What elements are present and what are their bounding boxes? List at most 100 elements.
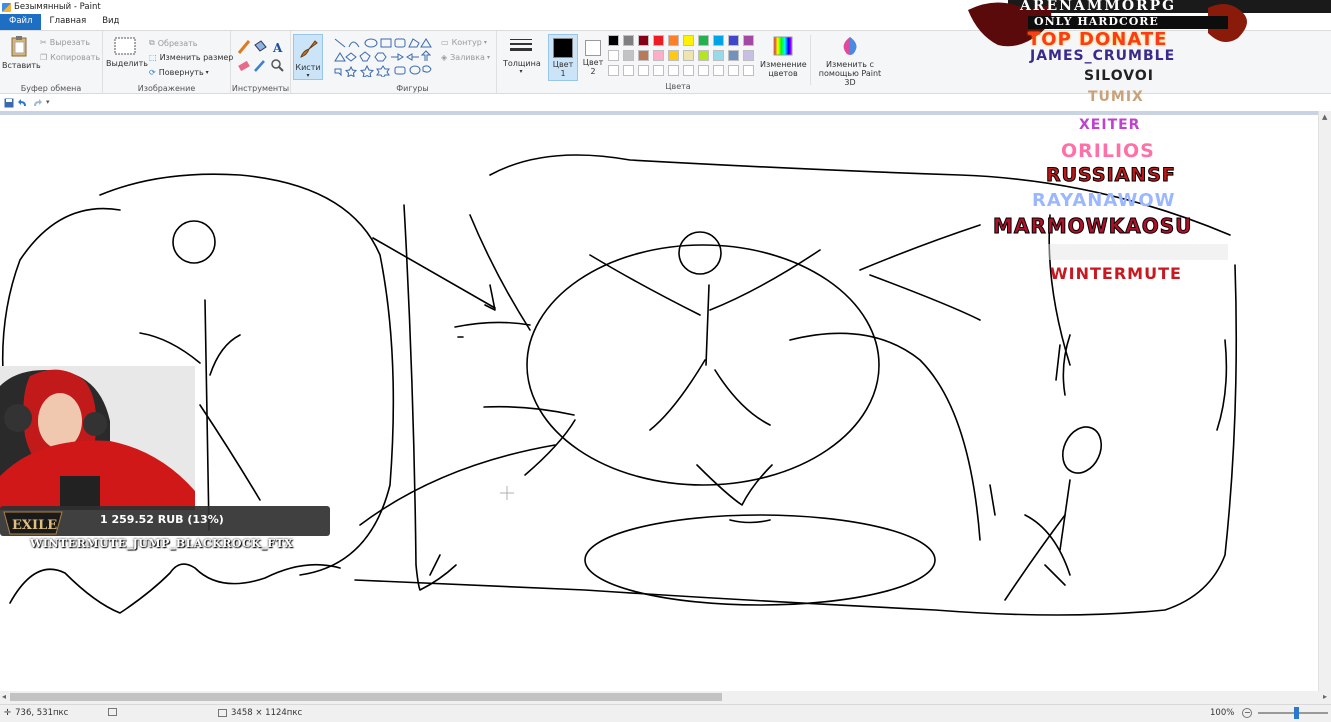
palette-swatch[interactable] <box>743 50 754 61</box>
copy-button[interactable]: ❐ Копировать <box>40 53 100 62</box>
tab-view[interactable]: Вид <box>94 14 127 30</box>
color2-button[interactable]: Цвет 2 <box>580 34 606 76</box>
palette-swatch[interactable] <box>653 65 664 76</box>
paste-label: Вставить <box>2 61 41 70</box>
copy-label: Копировать <box>50 53 101 62</box>
paint3d-button[interactable]: Изменить с помощью Paint 3D <box>812 36 888 87</box>
brushes-button[interactable]: Кисти ▾ <box>293 34 323 80</box>
title-bar: Безымянный - Paint ? <box>0 0 1331 25</box>
palette-swatch[interactable] <box>713 50 724 61</box>
fill-button[interactable]: ◈ Заливка ▾ <box>441 53 490 62</box>
cut-button[interactable]: ✂ Вырезать <box>40 38 90 47</box>
tab-home[interactable]: Главная <box>41 14 94 30</box>
color-wheel-icon <box>773 36 793 56</box>
workspace: ▲ <box>0 111 1331 691</box>
save-icon[interactable] <box>4 98 14 108</box>
callout-rect-shape-icon <box>394 66 406 75</box>
tab-file[interactable]: Файл <box>0 14 42 30</box>
paste-button[interactable]: Вставить <box>2 35 41 70</box>
size-button[interactable]: Толщина ▾ <box>503 37 541 75</box>
line-shape-icon <box>334 38 346 48</box>
resize-button[interactable]: ⬚ Изменить размер <box>149 53 233 62</box>
resize-icon: ⬚ <box>149 53 157 62</box>
palette-swatch[interactable] <box>698 35 709 46</box>
cursor-position-text: 736, 531пкс <box>15 708 69 718</box>
svg-text:A: A <box>272 41 283 55</box>
clipboard-group-label: Буфер обмена <box>20 84 82 93</box>
vertical-scrollbar[interactable]: ▲ <box>1318 111 1331 691</box>
palette-swatch[interactable] <box>623 35 634 46</box>
text-icon[interactable]: A <box>272 41 283 55</box>
palette-swatch[interactable] <box>698 65 709 76</box>
palette-swatch[interactable] <box>683 50 694 61</box>
callout-oval-shape-icon <box>409 65 421 75</box>
palette-swatch[interactable] <box>638 50 649 61</box>
palette-swatch[interactable] <box>653 50 664 61</box>
zoom-slider-thumb[interactable] <box>1294 707 1300 719</box>
palette-swatch[interactable] <box>698 50 709 61</box>
scroll-left-icon[interactable]: ◂ <box>2 692 6 701</box>
magnifier-icon[interactable] <box>271 59 284 72</box>
arrow-up-shape-icon <box>420 50 432 61</box>
palette-swatch[interactable] <box>683 65 694 76</box>
color1-label: Цвет 1 <box>552 60 574 78</box>
color-picker-icon[interactable] <box>254 60 265 72</box>
palette-swatch[interactable] <box>608 50 619 61</box>
outline-button[interactable]: ▭ Контур ▾ <box>441 38 487 47</box>
divider <box>810 35 811 85</box>
brushes-label: Кисти <box>295 63 321 72</box>
zoom-out-icon[interactable]: − <box>1242 708 1253 718</box>
eraser-icon[interactable] <box>238 60 250 72</box>
brush-icon <box>300 40 318 58</box>
palette-swatch[interactable] <box>608 35 619 46</box>
select-button[interactable]: Выделить <box>106 37 148 68</box>
color1-button[interactable]: Цвет 1 <box>548 34 578 81</box>
palette-swatch[interactable] <box>608 65 619 76</box>
star5-shape-icon <box>359 64 375 77</box>
palette-swatch[interactable] <box>743 65 754 76</box>
arrow-left-shape-icon <box>406 53 419 61</box>
shapes-gallery[interactable] <box>333 37 433 77</box>
palette-swatch[interactable] <box>668 50 679 61</box>
palette-swatch[interactable] <box>653 35 664 46</box>
drawing-canvas[interactable] <box>0 111 1318 691</box>
palette-swatch[interactable] <box>668 65 679 76</box>
palette-swatch[interactable] <box>728 35 739 46</box>
palette-swatch[interactable] <box>668 35 679 46</box>
palette-swatch[interactable] <box>728 50 739 61</box>
star4-shape-icon <box>344 65 358 77</box>
scroll-up-icon[interactable]: ▲ <box>1322 113 1327 121</box>
zoom-level: 100% <box>1210 708 1235 718</box>
webcam-image <box>0 366 195 510</box>
palette-swatch[interactable] <box>713 35 724 46</box>
edit-colors-button[interactable]: Изменение цветов <box>760 36 807 78</box>
palette-swatch[interactable] <box>623 50 634 61</box>
customize-toolbar-icon[interactable]: ▾ <box>46 98 56 108</box>
scroll-right-icon[interactable]: ▸ <box>1323 692 1327 701</box>
zoom-slider[interactable] <box>1258 707 1329 719</box>
palette-swatch[interactable] <box>638 65 649 76</box>
diamond-shape-icon <box>345 52 357 62</box>
undo-icon[interactable] <box>18 98 28 108</box>
fill-label: Заливка <box>450 53 485 62</box>
crop-button[interactable]: ⧉ Обрезать <box>149 38 197 48</box>
select-rect-icon <box>114 37 136 55</box>
curve-shape-icon <box>348 41 360 48</box>
horizontal-scroll-thumb[interactable] <box>10 693 722 701</box>
pencil-icon[interactable] <box>237 40 251 54</box>
redo-icon[interactable] <box>32 98 42 108</box>
selection-size-icon <box>108 708 117 716</box>
chevron-down-icon: ▾ <box>306 72 310 79</box>
palette-swatch[interactable] <box>713 65 724 76</box>
palette-swatch[interactable] <box>623 65 634 76</box>
image-size-text: 3458 × 1124пкс <box>231 708 303 718</box>
palette-swatch[interactable] <box>683 35 694 46</box>
size-label: Толщина <box>503 59 541 68</box>
select-label: Выделить <box>106 59 148 68</box>
palette-swatch[interactable] <box>638 35 649 46</box>
fill-bucket-icon[interactable] <box>254 40 267 52</box>
palette-swatch[interactable] <box>743 35 754 46</box>
palette-swatch[interactable] <box>728 65 739 76</box>
rotate-button[interactable]: ⟳ Повернуть ▾ <box>149 68 209 77</box>
horizontal-scrollbar[interactable]: ◂ ▸ <box>0 691 1331 704</box>
